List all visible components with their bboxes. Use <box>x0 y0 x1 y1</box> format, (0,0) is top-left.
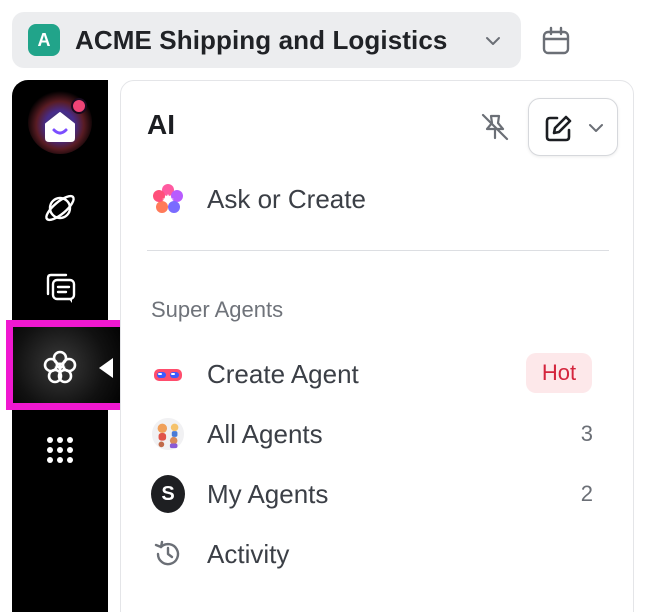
workspace-avatar: A <box>28 24 60 56</box>
calendar-icon[interactable] <box>541 26 571 56</box>
create-agent-label: Create Agent <box>207 359 359 389</box>
agent-mask-icon <box>151 357 185 391</box>
activity-label: Activity <box>207 539 290 569</box>
ai-sparkle-icon <box>151 182 185 216</box>
new-chat-button[interactable] <box>528 98 618 156</box>
unpin-icon[interactable] <box>479 111 511 143</box>
avatar: S <box>151 475 185 513</box>
notification-dot <box>71 98 87 114</box>
my-agents-count: 2 <box>580 481 593 506</box>
chat-icon[interactable] <box>42 270 78 306</box>
chevron-down-icon <box>486 37 500 45</box>
ask-or-create-label: Ask or Create <box>207 184 366 214</box>
section-title: Super Agents <box>151 297 284 322</box>
home-icon[interactable] <box>42 108 78 144</box>
workspace-name: ACME Shipping and Logistics <box>75 24 448 55</box>
planet-icon[interactable] <box>42 190 78 226</box>
divider <box>147 250 609 251</box>
panel-title: AI <box>147 109 175 140</box>
workspace-switcher[interactable]: A ACME Shipping and Logistics <box>12 12 521 68</box>
list-item-my-agents[interactable]: S My Agents 2 <box>121 468 635 518</box>
active-pointer <box>99 358 113 378</box>
edit-icon <box>545 115 572 142</box>
chevron-down-icon <box>589 124 603 132</box>
ask-or-create-item[interactable]: Ask or Create <box>121 173 635 223</box>
hot-badge: Hot <box>526 353 592 393</box>
selection-highlight <box>6 320 132 410</box>
my-agents-label: My Agents <box>207 479 329 509</box>
list-item-activity[interactable]: Activity <box>121 528 635 578</box>
agents-group-icon <box>151 417 185 451</box>
grid-dots-icon[interactable] <box>42 432 78 468</box>
all-agents-label: All Agents <box>207 419 323 449</box>
list-item-all-agents[interactable]: All Agents 3 <box>121 408 635 458</box>
ai-panel: AI Ask or Create Super Agents Create Age… <box>120 80 634 612</box>
all-agents-count: 3 <box>580 421 593 446</box>
history-icon <box>151 537 185 571</box>
